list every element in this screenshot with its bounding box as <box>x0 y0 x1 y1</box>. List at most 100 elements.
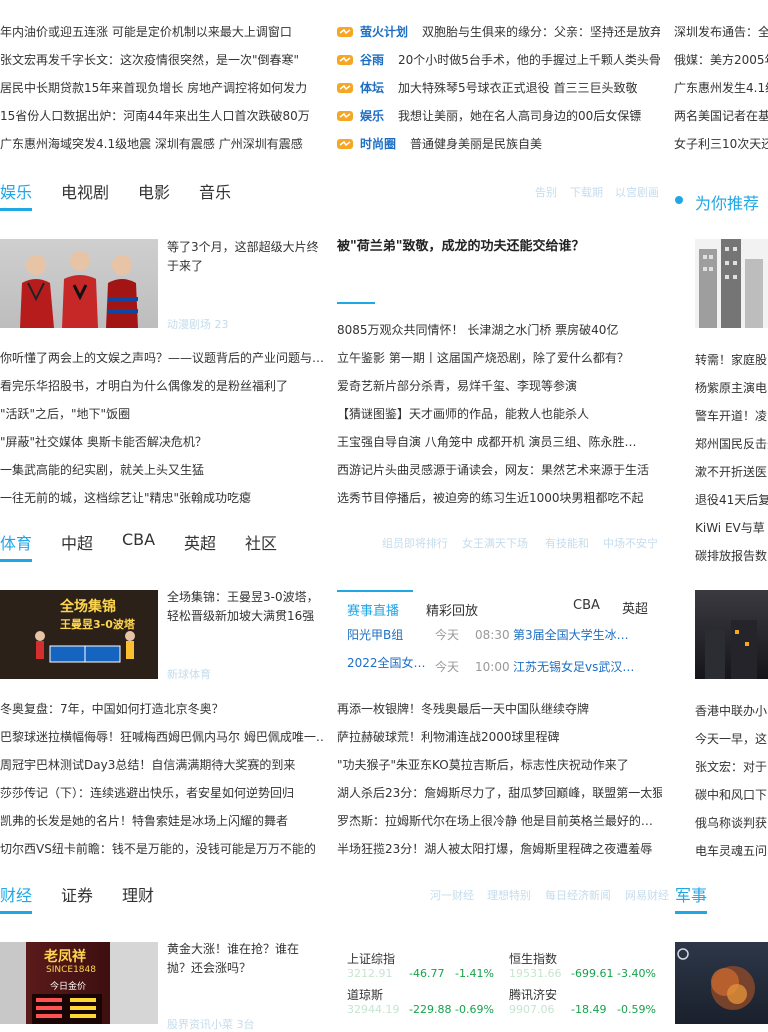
section-link[interactable]: 组员即将排行 <box>382 535 448 551</box>
section-link[interactable]: 每日经济新闻 <box>545 887 611 903</box>
news-link[interactable]: 居民中长期贷款15年来首现负增长 房地产调控将如何发力 <box>0 80 318 96</box>
feature-image-table-tennis[interactable]: 全场集锦 王曼昱3-0波塔 <box>0 590 158 679</box>
news-link[interactable]: 【猜谜图鉴】天才画师的作品，能救人也能杀人 <box>337 406 662 422</box>
recommend-image-buildings[interactable] <box>695 239 768 328</box>
news-link[interactable]: 爱奇艺新片部分杀青，易烊千玺、李现等参演 <box>337 378 662 394</box>
news-link[interactable]: 杨紫原主演电 <box>695 380 768 396</box>
news-link[interactable]: 王宝强自导自演 八角笼中 成都开机 演员三组、陈永胜… <box>337 434 662 450</box>
news-tag[interactable]: 萤火计划 <box>360 24 408 40</box>
tab-securities[interactable]: 证券 <box>61 882 93 906</box>
tab-csl[interactable]: 中超 <box>61 530 93 554</box>
tagged-news-link[interactable]: 萤火计划 双胞胎与生俱来的缘分：父亲：坚持还是放弃？ <box>360 24 660 40</box>
news-link[interactable]: "屏蔽"社交媒体 奥斯卡能否解决危机？ <box>0 434 325 450</box>
news-link[interactable]: 两名美国记者在基 <box>674 108 768 124</box>
news-link[interactable]: 冬奥复盘：7年，中国如何打造北京冬奥？ <box>0 701 325 717</box>
tab-premier-league[interactable]: 英超 <box>184 530 216 554</box>
news-link[interactable]: 8085万观众共同情怀！ 长津湖之水门桥 票房破40亿 <box>337 322 662 338</box>
news-link[interactable]: 张文宏：对于 <box>695 759 768 775</box>
news-link[interactable]: 转需！家庭股 <box>695 352 768 368</box>
news-tag[interactable]: 体坛 <box>360 80 384 96</box>
news-link[interactable]: 15省份人口数据出炉：河南44年来出生人口首次跌破80万 <box>0 108 318 124</box>
section-link[interactable]: 理想特别 <box>487 887 531 903</box>
market-index[interactable]: 腾讯济安 9907.06 -18.49 -0.59% <box>509 986 668 1016</box>
news-link[interactable]: "功夫猴子"朱亚东KO莫拉吉斯后，标志性庆祝动作来了 <box>337 757 662 773</box>
news-link[interactable]: 立午鉴影 第一期丨这届国产烧恐剧，除了爱什么都有？ <box>337 350 662 366</box>
news-link[interactable]: 广东惠州海域突发4.1级地震 深圳有震感 广州深圳有震感 <box>0 136 318 152</box>
feature-image-gold-shop[interactable]: 老凤祥 SINCE1848 今日金价 <box>0 942 158 1024</box>
tagged-news-link[interactable]: 时尚圈 普通健身美丽是民族自美 <box>360 136 660 152</box>
tagged-news-link[interactable]: 娱乐 我想让美丽，她在名人高司身边的00后女保镖 <box>360 108 660 124</box>
tab-music[interactable]: 音乐 <box>199 179 231 203</box>
news-link[interactable]: 香港中联办小 <box>695 703 768 719</box>
news-link[interactable]: 广东惠州发生4.1级 <box>674 80 768 96</box>
market-index[interactable]: 道琼斯 32944.19 -229.88 -0.69% <box>347 986 507 1016</box>
news-link[interactable]: 女子利三10次天还 <box>674 136 768 152</box>
news-link[interactable]: 西游记片头曲灵感源于诵读会，网友：果然艺术来源于生活 <box>337 462 662 478</box>
tab-cba-schedule[interactable]: CBA <box>573 598 600 613</box>
tagged-news-link[interactable]: 谷雨 20个小时做5台手术，他的手握过上千颗人类头骨 <box>360 52 660 68</box>
news-link[interactable]: 郑州国民反击恶 <box>695 436 768 452</box>
news-link[interactable]: 再添一枚银牌！冬残奥最后一天中国队继续夺牌 <box>337 701 662 717</box>
news-link[interactable]: 莎莎传记（下）：连续逃避出快乐，者安星如何逆势回归 <box>0 785 325 801</box>
section-link[interactable]: 下载期 <box>570 184 603 200</box>
news-link[interactable]: 碳中和风口下 <box>695 787 768 803</box>
news-link[interactable]: "活跃"之后，"地下"饭圈 <box>0 406 325 422</box>
news-link[interactable]: 看完乐华招股书，才明白为什么偶像发的是粉丝福利了 <box>0 378 325 394</box>
feature-title[interactable]: 全场集锦：王曼昱3-0波塔，轻松晋级新加坡大满贯16强 <box>167 588 322 626</box>
schedule-row[interactable]: 2022全国女… 今天 10:00 江苏无锡女足vs武汉… <box>347 655 662 675</box>
news-link[interactable]: 巴黎球迷拉横幅侮辱！狂喊梅西姆巴佩内马尔 姆巴佩成唯一… <box>0 729 325 745</box>
news-link[interactable]: 退役41天后复 <box>695 492 768 508</box>
news-link[interactable]: 今天一早，这 <box>695 731 768 747</box>
tab-sports[interactable]: 体育 <box>0 530 32 554</box>
news-link[interactable]: 俄媒：美方2005年 <box>674 52 768 68</box>
tab-military[interactable]: 军事 <box>675 882 707 906</box>
news-link[interactable]: 萨拉赫破球荒！利物浦连战2000球里程碑 <box>337 729 662 745</box>
section-link[interactable]: 中场不安宁 <box>603 535 658 551</box>
section-link[interactable]: 河一财经 <box>430 887 474 903</box>
market-index[interactable]: 恒生指数 19531.66 -699.61 -3.40% <box>509 950 668 980</box>
news-link[interactable]: 碳排放报告数 <box>695 548 768 564</box>
news-tag[interactable]: 谷雨 <box>360 52 384 68</box>
recommend-image-dark[interactable] <box>695 590 768 679</box>
news-link[interactable]: 你听懂了两会上的文娱之声吗？——议题背后的产业问题与… <box>0 350 325 366</box>
section-link[interactable]: 以宫剧画 <box>615 184 659 200</box>
news-link[interactable]: 张文宏再发千字长文：这次疫情很突然，是一次"倒春寒" <box>0 52 318 68</box>
tab-live[interactable]: 赛事直播 <box>347 600 399 619</box>
tab-movie[interactable]: 电影 <box>138 179 170 203</box>
feature-title[interactable]: 等了3个月，这部超级大片终于来了 <box>167 238 322 276</box>
news-link[interactable]: 选秀节目停播后，被迫旁的练习生近1000块男粗都吃不起 <box>337 490 662 506</box>
news-link[interactable]: 警车开道！凌 <box>695 408 768 424</box>
news-link[interactable]: 凯弗的长发是她的名片！特鲁索娃是冰场上闪耀的舞者 <box>0 813 325 829</box>
tagged-news-link[interactable]: 体坛 加大特殊琴5号球衣正式退役 首三三巨头致敬 <box>360 80 660 96</box>
news-link[interactable]: 周冠宇巴林测试Day3总结！自信满满期待大奖赛的到来 <box>0 757 325 773</box>
feature-title[interactable]: 黄金大涨！谁在抢？谁在抛？还会涨吗？ <box>167 940 322 978</box>
tab-wealth[interactable]: 理财 <box>122 882 154 906</box>
news-link[interactable]: 漱不开折送医 <box>695 464 768 480</box>
news-link[interactable]: 电车灵魂五问 <box>695 843 768 859</box>
section-link[interactable]: 网易财经 <box>625 887 669 903</box>
feature-image-spiderman[interactable] <box>0 239 158 328</box>
news-link[interactable]: 一集武高能的纪实剧，就关上头又生猛 <box>0 462 325 478</box>
tab-cba[interactable]: CBA <box>122 530 155 549</box>
headline-link[interactable]: 被"荷兰弟"致敬，成龙的功夫还能交给谁？ <box>337 239 662 255</box>
news-tag[interactable]: 娱乐 <box>360 108 384 124</box>
section-link[interactable]: 有技能和 <box>545 535 589 551</box>
section-link[interactable]: 告别 <box>535 184 557 200</box>
news-link[interactable]: 半场狂揽23分！湖人被太阳打爆，詹姆斯里程碑之夜遭羞辱 <box>337 841 662 857</box>
news-link[interactable]: 一往无前的城，这档综艺让"精忠"张翰成功吃瘪 <box>0 490 325 506</box>
tab-epl-schedule[interactable]: 英超 <box>622 598 648 617</box>
news-link[interactable]: 年内油价或迎五连涨 可能是定价机制以来最大上调窗口 <box>0 24 318 40</box>
section-link[interactable]: 女王满天下场 <box>462 535 528 551</box>
news-link[interactable]: 切尔西VS纽卡前瞻：钱不是万能的，没钱可能是万万不能的 <box>0 841 325 857</box>
tab-finance[interactable]: 财经 <box>0 882 32 906</box>
military-image[interactable] <box>675 942 768 1024</box>
news-link[interactable]: 湖人杀后23分：詹姆斯尽力了，甜瓜梦回巅峰，联盟第一太狠 <box>337 785 662 801</box>
tab-replay[interactable]: 精彩回放 <box>426 600 478 619</box>
tab-entertainment[interactable]: 娱乐 <box>0 179 32 203</box>
schedule-row[interactable]: 阳光甲B组 今天 08:30 第3届全国大学生冰… <box>347 627 662 643</box>
news-tag[interactable]: 时尚圈 <box>360 136 396 152</box>
news-link[interactable]: 俄乌称谈判获 <box>695 815 768 831</box>
market-index[interactable]: 上证综指 3212.91 -46.77 -1.41% <box>347 950 507 980</box>
news-link[interactable]: 罗杰斯：拉姆斯代尔在场上很冷静 他是目前英格兰最好的… <box>337 813 662 829</box>
news-link[interactable]: 深圳发布通告：全 <box>674 24 768 40</box>
